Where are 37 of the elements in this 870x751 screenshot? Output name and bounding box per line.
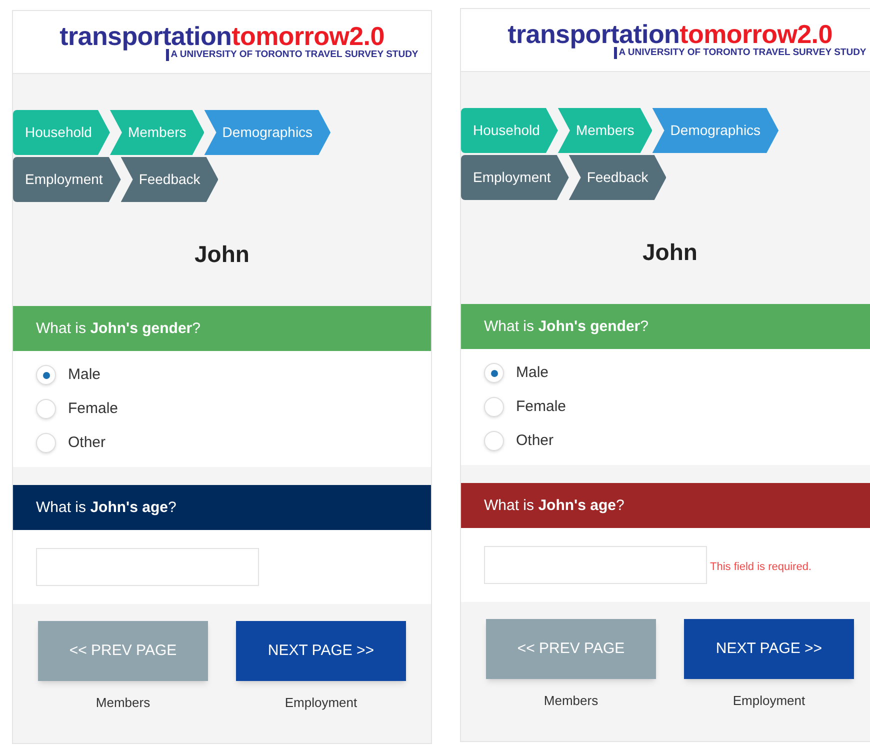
logo-wordmark: transportationtomorrow2.0	[508, 21, 832, 47]
radio-button[interactable]	[36, 399, 56, 419]
option-label[interactable]: Male	[516, 362, 549, 384]
step-tab[interactable]: Demographics	[204, 110, 331, 155]
logo-wordmark: transportationtomorrow2.0	[60, 23, 384, 49]
logo-tagline: A UNIVERSITY OF TORONTO TRAVEL SURVEY STUDY	[614, 47, 866, 59]
step-tab[interactable]: Feedback	[568, 155, 666, 200]
button-caption: Employment	[284, 694, 358, 712]
question-text: What is John's age?	[36, 499, 176, 516]
nav-button[interactable]: NEXT PAGE >>	[236, 621, 406, 681]
radio-button[interactable]	[484, 431, 504, 451]
radio-button[interactable]	[36, 433, 56, 453]
option-label[interactable]: Female	[68, 398, 118, 420]
step-tab[interactable]: Demographics	[652, 108, 779, 153]
option-label[interactable]: Male	[68, 364, 101, 386]
person-name: John	[194, 240, 250, 268]
nav-button[interactable]: NEXT PAGE >>	[684, 619, 854, 679]
input-field[interactable]	[36, 548, 259, 586]
button-caption: Members	[96, 694, 150, 712]
button-caption: Members	[544, 692, 598, 710]
radio-button[interactable]	[36, 365, 56, 385]
option-label[interactable]: Other	[516, 430, 554, 452]
question-text: What is John's gender?	[484, 318, 648, 335]
radio-button[interactable]	[484, 363, 504, 383]
button-caption: Employment	[732, 692, 806, 710]
step-tab[interactable]: Employment	[461, 155, 569, 200]
logo-tagline: A UNIVERSITY OF TORONTO TRAVEL SURVEY STUDY	[166, 49, 418, 61]
question-text: What is John's age?	[484, 497, 624, 514]
option-label[interactable]: Other	[68, 432, 106, 454]
error-message: This field is required.	[710, 560, 812, 575]
option-label[interactable]: Female	[516, 396, 566, 418]
step-tab[interactable]: Employment	[13, 157, 121, 202]
radio-button[interactable]	[484, 397, 504, 417]
question-text: What is John's gender?	[36, 320, 200, 337]
step-tab[interactable]: Feedback	[120, 157, 218, 202]
person-name: John	[642, 238, 698, 266]
input-field[interactable]	[484, 546, 707, 584]
